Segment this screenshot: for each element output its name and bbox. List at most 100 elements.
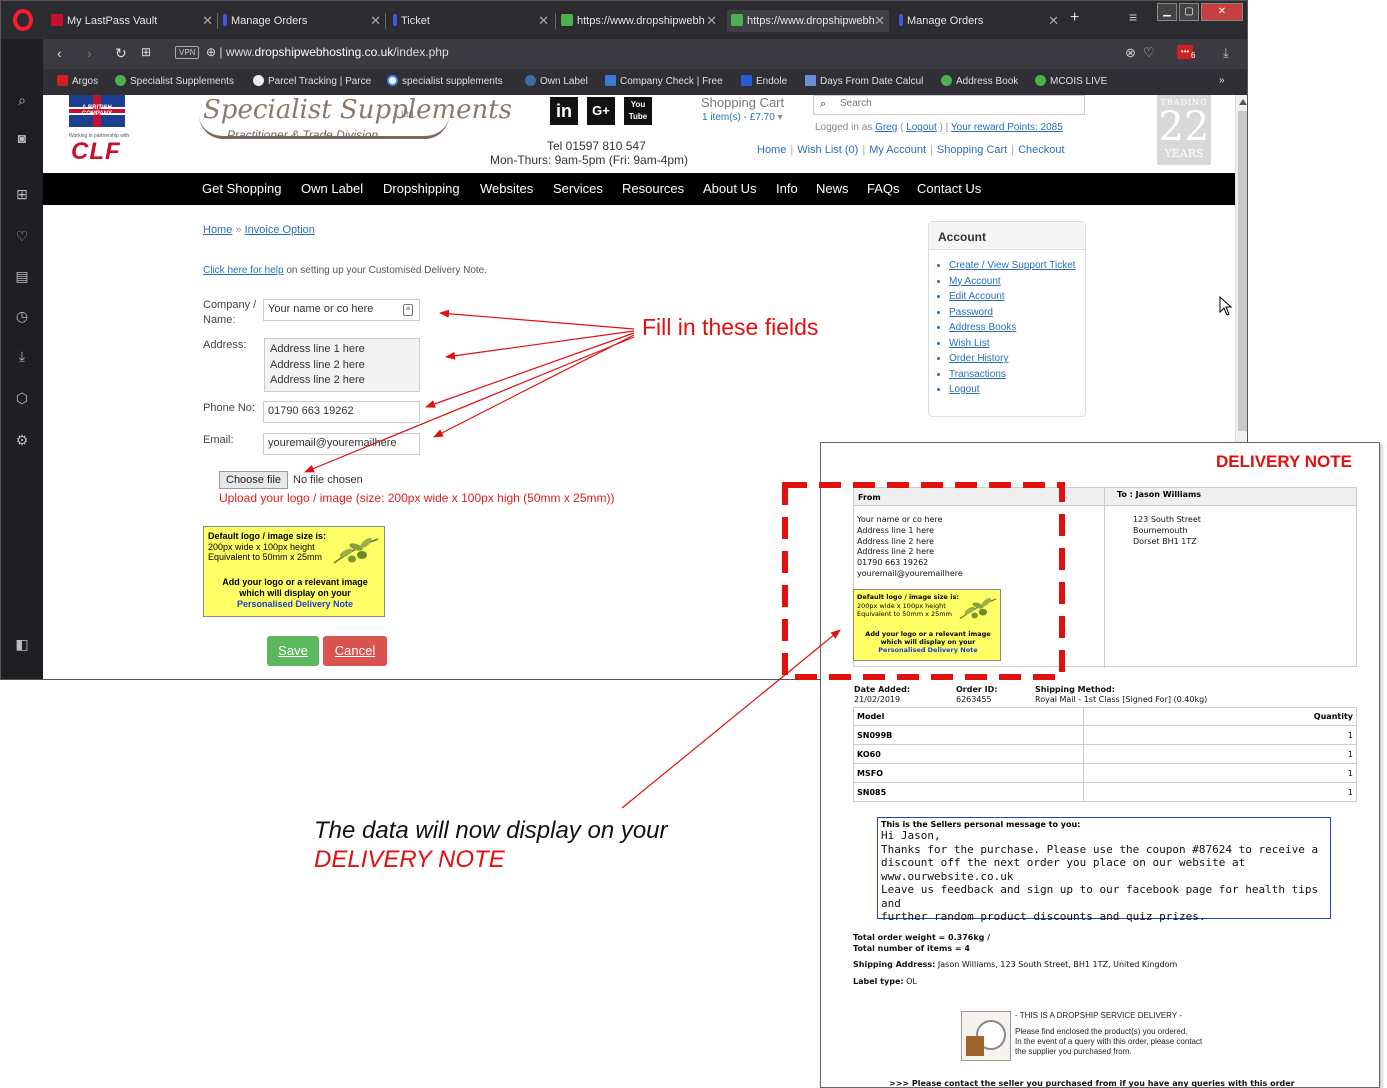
- search-input[interactable]: [840, 98, 1070, 109]
- cancel-button[interactable]: Cancel: [323, 636, 387, 666]
- tab-ticket[interactable]: Ticket ✕: [393, 10, 549, 32]
- close-tab-icon[interactable]: ✕: [202, 10, 213, 32]
- bookmark-specialist[interactable]: Specialist Supplements: [115, 75, 234, 87]
- username-link[interactable]: Greg: [875, 122, 897, 133]
- account-link-edit-account[interactable]: Edit Account: [949, 289, 1085, 305]
- nav-get-shopping[interactable]: Get Shopping: [202, 181, 282, 196]
- search-icon[interactable]: ⌕: [820, 98, 826, 111]
- tab-dropship-1[interactable]: https://www.dropshipwebh ✕: [561, 10, 717, 32]
- nav-news[interactable]: News: [816, 181, 849, 196]
- close-tab-icon[interactable]: ✕: [1048, 10, 1059, 32]
- tab-manage-orders[interactable]: Manage Orders ✕: [223, 10, 381, 32]
- close-tab-icon[interactable]: ✕: [874, 10, 885, 32]
- scroll-up-icon[interactable]: [1239, 99, 1247, 105]
- toplink-shopping-cart[interactable]: Shopping Cart: [937, 144, 1007, 156]
- tab-lastpass[interactable]: My LastPass Vault ✕: [51, 10, 213, 32]
- heart-icon[interactable]: ♡: [13, 227, 31, 245]
- account-link-my-account[interactable]: My Account: [949, 274, 1085, 290]
- scroll-thumb[interactable]: [1238, 111, 1247, 431]
- login-status: Logged in as Greg ( Logout ) | Your rewa…: [815, 122, 1063, 133]
- heart-icon[interactable]: ♡: [1143, 45, 1155, 61]
- reload-icon[interactable]: ↻: [115, 45, 127, 62]
- account-link-wish-list[interactable]: Wish List: [949, 336, 1085, 352]
- bookmarks-more[interactable]: »: [1219, 75, 1225, 86]
- bookmark-mcois[interactable]: MCOIS LIVE: [1035, 75, 1107, 87]
- bookmark-days[interactable]: Days From Date Calcul: [805, 75, 923, 87]
- snapshot-icon[interactable]: ⊗: [1125, 45, 1136, 61]
- nav-dropshipping[interactable]: Dropshipping: [383, 181, 460, 196]
- settings-icon[interactable]: ⚙: [13, 431, 31, 449]
- extension-badge: 6: [1191, 51, 1196, 60]
- close-tab-icon[interactable]: ✕: [370, 10, 381, 32]
- search-box[interactable]: ⌕: [813, 95, 1085, 115]
- vpn-badge[interactable]: VPN: [175, 46, 200, 59]
- speed-dial-icon[interactable]: ⊞: [13, 185, 31, 203]
- bookmark-address-book[interactable]: Address Book: [941, 75, 1018, 87]
- address-field[interactable]: Address line 1 here Address line 2 here …: [264, 338, 420, 392]
- parcel-icon: [253, 75, 264, 86]
- bookmark-own-label[interactable]: Own Label: [525, 75, 588, 87]
- breadcrumb-invoice-option[interactable]: Invoice Option: [245, 224, 315, 236]
- bookmarks-bar: Argos Specialist Supplements Parcel Trac…: [1, 69, 1247, 95]
- account-link-logout[interactable]: Logout: [949, 382, 1085, 398]
- account-link-address-books[interactable]: Address Books: [949, 320, 1085, 336]
- breadcrumb-home[interactable]: Home: [203, 224, 232, 236]
- snapshot-icon[interactable]: ◙: [13, 129, 31, 147]
- help-link[interactable]: Click here for help: [203, 265, 284, 276]
- download-icon[interactable]: ⤓: [1223, 45, 1229, 61]
- clf-logo[interactable]: CLF: [71, 138, 121, 166]
- account-link-transactions[interactable]: Transactions: [949, 367, 1085, 383]
- toplink-wishlist[interactable]: Wish List (0): [797, 144, 858, 156]
- bookmark-argos[interactable]: Argos: [57, 75, 98, 87]
- tab-dropship-2[interactable]: https://www.dropshipwebh ✕: [727, 10, 889, 32]
- history-icon[interactable]: ◷: [13, 307, 31, 325]
- nav-faqs[interactable]: FAQs: [867, 181, 900, 196]
- toplink-my-account[interactable]: My Account: [869, 144, 926, 156]
- nav-services[interactable]: Services: [553, 181, 603, 196]
- nav-about-us[interactable]: About Us: [703, 181, 756, 196]
- phone-field[interactable]: 01790 663 19262: [263, 401, 420, 423]
- nav-contact-us[interactable]: Contact Us: [917, 181, 981, 196]
- company-name-field[interactable]: Your name or co here ≡: [263, 299, 420, 321]
- minimize-icon[interactable]: ▁: [1157, 3, 1177, 21]
- google-plus-icon[interactable]: G+: [587, 97, 615, 125]
- choose-file-button[interactable]: Choose file: [219, 471, 289, 489]
- sidebar-toggle-icon[interactable]: ◧: [13, 635, 31, 653]
- bookmark-company-check[interactable]: Company Check | Free: [605, 75, 723, 87]
- tab-menu-icon[interactable]: ≡: [1129, 9, 1137, 25]
- toplink-checkout[interactable]: Checkout: [1018, 144, 1064, 156]
- download-icon[interactable]: ⤓: [13, 347, 31, 365]
- nav-own-label[interactable]: Own Label: [301, 181, 363, 196]
- maximize-icon[interactable]: ▢: [1179, 3, 1199, 21]
- close-window-icon[interactable]: ✕: [1201, 3, 1243, 21]
- news-icon[interactable]: ▤: [13, 267, 31, 285]
- email-field[interactable]: youremail@youremailhere: [263, 433, 420, 455]
- forward-icon[interactable]: ›: [87, 45, 92, 61]
- tab-manage-orders-2[interactable]: Manage Orders ✕: [899, 10, 1059, 32]
- nav-info[interactable]: Info: [776, 181, 798, 196]
- extensions-icon[interactable]: ⬡: [13, 389, 31, 407]
- url-field[interactable]: ⊕ | www.dropshipwebhosting.co.uk/index.p…: [206, 45, 449, 59]
- close-tab-icon[interactable]: ✕: [538, 10, 549, 32]
- youtube-icon[interactable]: You Tube: [624, 97, 652, 125]
- close-tab-icon[interactable]: ✕: [706, 10, 717, 32]
- search-icon[interactable]: ⌕: [13, 91, 31, 109]
- nav-resources[interactable]: Resources: [622, 181, 684, 196]
- save-button[interactable]: Save: [267, 636, 319, 666]
- toplink-home[interactable]: Home: [757, 144, 786, 156]
- opera-logo-icon[interactable]: [13, 9, 33, 31]
- account-link-order-history[interactable]: Order History: [949, 351, 1085, 367]
- logout-link[interactable]: Logout: [906, 122, 937, 133]
- linkedin-icon[interactable]: in: [550, 97, 578, 125]
- bookmark-endole[interactable]: Endole: [741, 75, 787, 87]
- nav-websites[interactable]: Websites: [480, 181, 533, 196]
- new-tab-icon[interactable]: +: [1070, 9, 1079, 27]
- bookmark-google[interactable]: specialist supplements: [387, 75, 503, 87]
- account-link-password[interactable]: Password: [949, 305, 1085, 321]
- bookmark-parcel[interactable]: Parcel Tracking | Parce: [253, 75, 371, 87]
- reward-points-link[interactable]: Your reward Points: 2085: [951, 122, 1063, 133]
- back-icon[interactable]: ‹: [57, 45, 62, 61]
- account-link-support-ticket[interactable]: Create / View Support Ticket: [949, 258, 1085, 274]
- cart-dropdown[interactable]: 1 item(s) - £7.70 ▾: [702, 112, 783, 123]
- speed-dial-icon[interactable]: ⊞: [141, 45, 151, 59]
